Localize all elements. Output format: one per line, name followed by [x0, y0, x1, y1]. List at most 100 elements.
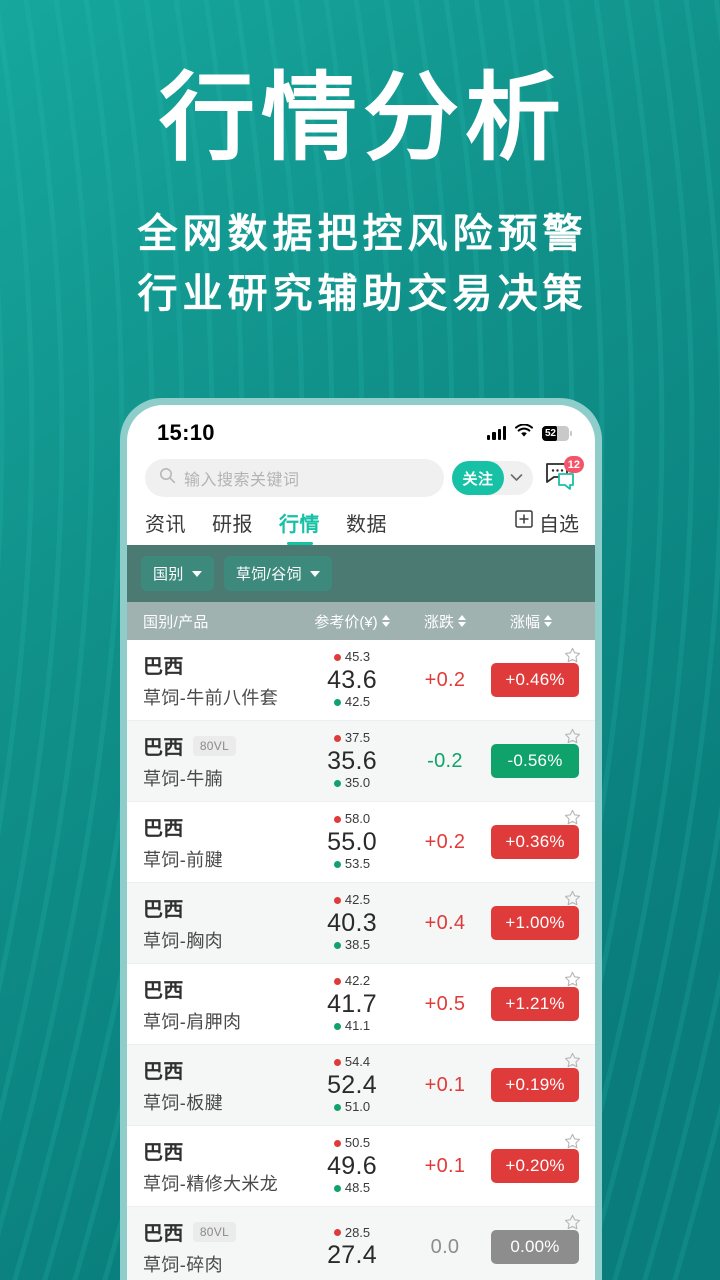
low-dot-icon — [333, 861, 341, 868]
table-row[interactable]: 巴西 草饲-胸肉 42.5 40.3 38.5 +0.4 +1.00% — [127, 883, 595, 964]
status-bar: 15:10 52 — [127, 405, 595, 453]
row-country-line: 巴西 — [143, 812, 297, 841]
hero-subtitle-line-1: 全网数据把控风险预警 — [137, 212, 588, 257]
sort-arrows-icon[interactable] — [381, 615, 390, 627]
row-country: 巴西 — [143, 1061, 184, 1083]
row-price-high: 42.2 — [333, 973, 370, 989]
star-outline-icon[interactable] — [564, 971, 581, 993]
filter-chip-feed-label: 草饲/谷饲 — [235, 566, 302, 583]
table-row[interactable]: 巴西 80VL 草饲-碎肉 28.5 27.4 0.0 0.00% — [127, 1207, 595, 1280]
caret-down-icon — [309, 570, 320, 577]
search-input[interactable]: 输入搜索关键词 — [145, 459, 444, 497]
row-price-high: 58.0 — [333, 811, 370, 827]
caret-down-icon — [191, 570, 202, 577]
follow-filter[interactable]: 关注 — [452, 461, 533, 495]
row-country-line: 巴西 — [143, 893, 297, 922]
watchlist-button[interactable]: 自选 — [515, 508, 579, 545]
column-header-change[interactable]: 涨跌 — [407, 611, 483, 632]
follow-button[interactable]: 关注 — [452, 461, 504, 495]
row-tag: 80VL — [192, 1221, 237, 1242]
row-country-line: 巴西 — [143, 1136, 297, 1165]
row-product: 草饲-胸肉 — [143, 931, 223, 951]
row-price-high: 50.5 — [333, 1135, 370, 1151]
row-price-cell: 42.2 41.7 41.1 — [297, 973, 407, 1034]
row-product: 草饲-碎肉 — [143, 1255, 223, 1275]
star-outline-icon[interactable] — [564, 1133, 581, 1155]
column-header-price-label: 参考价(¥) — [314, 613, 378, 631]
table-row[interactable]: 巴西 草饲-精修大米龙 50.5 49.6 48.5 +0.1 +0.20% — [127, 1126, 595, 1207]
star-outline-icon[interactable] — [564, 1214, 581, 1236]
filter-chip-country[interactable]: 国别 — [141, 556, 214, 591]
row-country: 巴西 — [143, 1223, 184, 1245]
table-row[interactable]: 巴西 80VL 草饲-牛腩 37.5 35.6 35.0 -0.2 -0.56% — [127, 721, 595, 802]
table-row[interactable]: 巴西 草饲-前腱 58.0 55.0 53.5 +0.2 +0.36% — [127, 802, 595, 883]
filter-chip-country-label: 国别 — [153, 566, 184, 583]
row-product-info: 巴西草饲-精修大米龙 — [143, 1136, 297, 1196]
row-price-cell: 42.5 40.3 38.5 — [297, 892, 407, 953]
star-outline-icon[interactable] — [564, 890, 581, 912]
table-row[interactable]: 巴西 草饲-肩胛肉 42.2 41.7 41.1 +0.5 +1.21% — [127, 964, 595, 1045]
sort-arrows-icon[interactable] — [544, 615, 552, 627]
tab-shuju[interactable]: 数据 — [346, 508, 387, 545]
row-country-line: 巴西 — [143, 650, 297, 679]
column-header-name: 国别/产品 — [143, 613, 209, 631]
row-country: 巴西 — [143, 818, 184, 840]
star-outline-icon[interactable] — [564, 728, 581, 750]
row-product: 草饲-牛前八件套 — [143, 688, 279, 708]
column-header-percent[interactable]: 涨幅 — [483, 611, 579, 632]
row-price-low: 53.5 — [333, 856, 370, 872]
column-header-change-label: 涨跌 — [423, 613, 454, 631]
row-price: 52.4 — [327, 1070, 377, 1099]
table-row[interactable]: 巴西 草饲-板腱 54.4 52.4 51.0 +0.1 +0.19% — [127, 1045, 595, 1126]
table-header: 国别/产品 参考价(¥) 涨跌 涨幅 — [127, 602, 595, 640]
chevron-down-icon[interactable] — [510, 469, 523, 487]
row-price-low: 41.1 — [333, 1018, 370, 1034]
low-dot-icon — [333, 780, 341, 787]
search-icon — [159, 467, 176, 489]
star-outline-icon[interactable] — [564, 809, 581, 831]
column-header-price[interactable]: 参考价(¥) — [297, 611, 407, 632]
star-outline-icon[interactable] — [564, 647, 581, 669]
row-change: +0.2 — [424, 668, 466, 691]
row-product-info: 巴西 80VL 草饲-碎肉 — [143, 1217, 297, 1277]
search-row: 输入搜索关键词 关注 12 — [127, 453, 595, 497]
hero-section: 行情分析 全网数据把控风险预警 行业研究辅助交易决策 — [0, 0, 720, 323]
row-product: 草饲-精修大米龙 — [143, 1174, 279, 1194]
row-country: 巴西 — [143, 656, 184, 678]
hero-subtitle-line-2: 行业研究辅助交易决策 — [137, 272, 588, 317]
row-price-low: 38.5 — [333, 937, 370, 953]
main-tabs: 资讯 研报 行情 数据 自选 — [127, 497, 595, 545]
row-country-line: 巴西 80VL — [143, 1217, 297, 1246]
high-dot-icon — [333, 1140, 341, 1147]
row-product: 草饲-前腱 — [143, 850, 223, 870]
row-price-cell: 54.4 52.4 51.0 — [297, 1054, 407, 1115]
tab-yanbao[interactable]: 研报 — [212, 508, 253, 545]
tab-zixun[interactable]: 资讯 — [145, 508, 186, 545]
row-product-info: 巴西草饲-牛前八件套 — [143, 650, 297, 710]
row-price-low: 48.5 — [333, 1180, 370, 1196]
row-change: +0.5 — [424, 992, 466, 1015]
row-price-cell: 58.0 55.0 53.5 — [297, 811, 407, 872]
filter-chip-feed[interactable]: 草饲/谷饲 — [223, 556, 332, 591]
sort-arrows-icon[interactable] — [458, 615, 466, 627]
row-country-line: 巴西 80VL — [143, 731, 297, 760]
high-dot-icon — [333, 735, 341, 742]
high-dot-icon — [333, 654, 341, 661]
low-dot-icon — [333, 1023, 341, 1030]
messages-badge: 12 — [563, 456, 584, 473]
row-price: 35.6 — [327, 746, 377, 775]
row-change: -0.2 — [427, 749, 463, 772]
tab-hangqing[interactable]: 行情 — [279, 508, 320, 545]
chat-bubble-icon — [543, 463, 579, 498]
table-row[interactable]: 巴西 草饲-牛前八件套 45.3 43.6 42.5 +0.2 +0.46% — [127, 640, 595, 721]
row-price-high: 37.5 — [333, 730, 370, 746]
messages-button[interactable]: 12 — [543, 456, 584, 498]
high-dot-icon — [333, 897, 341, 904]
row-change: +0.1 — [424, 1073, 466, 1096]
wifi-icon — [515, 423, 533, 443]
row-price: 40.3 — [327, 908, 377, 937]
row-price-low: 35.0 — [333, 775, 370, 791]
star-outline-icon[interactable] — [564, 1052, 581, 1074]
row-country-line: 巴西 — [143, 1055, 297, 1084]
row-change: 0.0 — [430, 1235, 460, 1258]
